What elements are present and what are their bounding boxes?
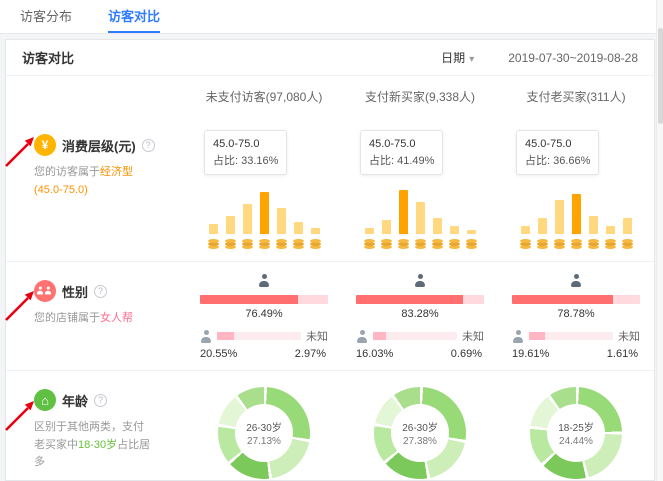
female-bar	[356, 295, 484, 304]
section-age: ⌂ 年龄 ? 区别于其他两类，支付老买家中18-30岁占比居多 26-30岁 2…	[6, 370, 654, 481]
age-icon: ⌂	[34, 389, 56, 411]
male-percent: 20.55%	[200, 348, 237, 360]
age-chart-unpaid[interactable]: 26-30岁 27.13%	[186, 383, 342, 479]
visitor-comparison-panel: 访客对比 日期 ▾ 2019-07-30~2019-08-28 未支付访客(97,…	[5, 39, 655, 481]
date-filter-label: 日期	[441, 51, 465, 65]
bar-chart	[512, 183, 640, 251]
male-icon	[356, 330, 368, 343]
vertical-scrollbar[interactable]	[656, 0, 663, 481]
age-donut-chart: 26-30岁 27.38%	[374, 387, 466, 479]
male-icon	[200, 330, 212, 343]
chevron-down-icon: ▾	[469, 54, 474, 65]
female-percent: 83.28%	[356, 308, 484, 320]
gender-chart-unpaid[interactable]: 76.49% 未知 20.55% 2.97%	[186, 274, 342, 360]
tab-visitor-comparison[interactable]: 访客对比	[108, 0, 160, 33]
help-icon[interactable]: ?	[94, 394, 107, 407]
age-chart-new-buyers[interactable]: 26-30岁 27.38%	[342, 383, 498, 479]
donut-top-label: 26-30岁	[246, 419, 282, 434]
people-icon	[36, 286, 43, 294]
male-percent: 19.61%	[512, 348, 549, 360]
gender-description: 您的店铺属于女人帮	[34, 310, 152, 328]
gender-chart-new-buyers[interactable]: 83.28% 未知 16.03% 0.69%	[342, 274, 498, 360]
column-header-unpaid: 未支付访客(97,080人)	[186, 88, 342, 105]
donut-top-label: 18-25岁	[558, 419, 594, 434]
column-header-old-buyers: 支付老买家(311人)	[498, 88, 654, 105]
top-tab-bar: 访客分布 访客对比	[0, 0, 663, 34]
range-tooltip: 45.0-75.0 占比: 33.16%	[204, 130, 287, 175]
female-icon	[570, 274, 582, 287]
gender-desc-highlight: 女人帮	[100, 312, 133, 324]
section-consumption-level: ¥ 消费层级(元) ? 您的访客属于经济型(45.0-75.0) 45.0-75…	[6, 116, 654, 261]
donut-top-percent: 24.44%	[559, 436, 593, 447]
consumption-chart-new-buyers[interactable]: 45.0-75.0 占比: 41.49%	[342, 128, 498, 251]
range-value: 45.0-75.0	[369, 136, 434, 153]
consumption-chart-unpaid[interactable]: 45.0-75.0 占比: 33.16%	[186, 128, 342, 251]
age-donut-chart: 18-25岁 24.44%	[530, 387, 622, 479]
bar-chart	[356, 183, 484, 251]
house-symbol: ⌂	[41, 393, 49, 408]
tab-visitor-distribution[interactable]: 访客分布	[20, 0, 72, 33]
female-bar	[512, 295, 640, 304]
consumption-level-icon: ¥	[34, 134, 56, 156]
age-chart-old-buyers[interactable]: 18-25岁 24.44%	[498, 383, 654, 479]
gender-desc-prefix: 您的店铺属于	[34, 312, 100, 324]
unknown-percent: 0.69%	[451, 348, 482, 360]
male-percent: 16.03%	[356, 348, 393, 360]
column-headers: 未支付访客(97,080人) 支付新买家(9,338人) 支付老买家(311人)	[6, 76, 654, 116]
range-value: 45.0-75.0	[525, 136, 590, 153]
gender-section-title: 性别	[62, 282, 88, 301]
age-description: 区别于其他两类，支付老买家中18-30岁占比居多	[34, 419, 152, 472]
share-value: 占比: 36.66%	[525, 153, 590, 170]
age-section-title: 年龄	[62, 391, 88, 410]
scrollbar-thumb[interactable]	[658, 28, 663, 124]
consumption-desc-prefix: 您的访客属于	[34, 166, 100, 178]
gender-icon	[34, 280, 56, 302]
female-icon	[258, 274, 270, 287]
range-value: 45.0-75.0	[213, 136, 278, 153]
female-bar	[200, 295, 328, 304]
donut-top-label: 26-30岁	[402, 419, 438, 434]
help-icon[interactable]: ?	[94, 285, 107, 298]
age-desc-highlight: 18-30岁	[78, 439, 117, 451]
consumption-section-title: 消费层级(元)	[62, 136, 136, 155]
male-icon	[512, 330, 524, 343]
consumption-description: 您的访客属于经济型(45.0-75.0)	[34, 164, 152, 199]
unknown-percent: 1.61%	[607, 348, 638, 360]
panel-title: 访客对比	[22, 48, 74, 67]
range-tooltip: 45.0-75.0 占比: 36.66%	[516, 130, 599, 175]
male-bar	[217, 332, 301, 340]
share-value: 占比: 33.16%	[213, 153, 278, 170]
section-gender: 性别 ? 您的店铺属于女人帮 76.49% 未知 20.55% 2.97%	[6, 261, 654, 370]
yen-symbol: ¥	[42, 138, 49, 152]
unknown-label: 未知	[306, 328, 328, 344]
people-icon	[44, 286, 51, 294]
gender-chart-old-buyers[interactable]: 78.78% 未知 19.61% 1.61%	[498, 274, 654, 360]
unknown-label: 未知	[618, 328, 640, 344]
female-percent: 76.49%	[200, 308, 328, 320]
consumption-chart-old-buyers[interactable]: 45.0-75.0 占比: 36.66%	[498, 128, 654, 251]
donut-top-percent: 27.13%	[247, 436, 281, 447]
male-bar	[373, 332, 457, 340]
panel-header: 访客对比 日期 ▾ 2019-07-30~2019-08-28	[6, 40, 654, 76]
share-value: 占比: 41.49%	[369, 153, 434, 170]
unknown-label: 未知	[462, 328, 484, 344]
age-donut-chart: 26-30岁 27.13%	[218, 387, 310, 479]
unknown-percent: 2.97%	[295, 348, 326, 360]
date-range-value: 2019-07-30~2019-08-28	[508, 51, 638, 65]
help-icon[interactable]: ?	[142, 139, 155, 152]
female-percent: 78.78%	[512, 308, 640, 320]
donut-top-percent: 27.38%	[403, 436, 437, 447]
date-filter-dropdown[interactable]: 日期 ▾	[441, 49, 474, 66]
female-icon	[414, 274, 426, 287]
male-bar	[529, 332, 613, 340]
column-header-new-buyers: 支付新买家(9,338人)	[342, 88, 498, 105]
range-tooltip: 45.0-75.0 占比: 41.49%	[360, 130, 443, 175]
bar-chart	[200, 183, 328, 251]
